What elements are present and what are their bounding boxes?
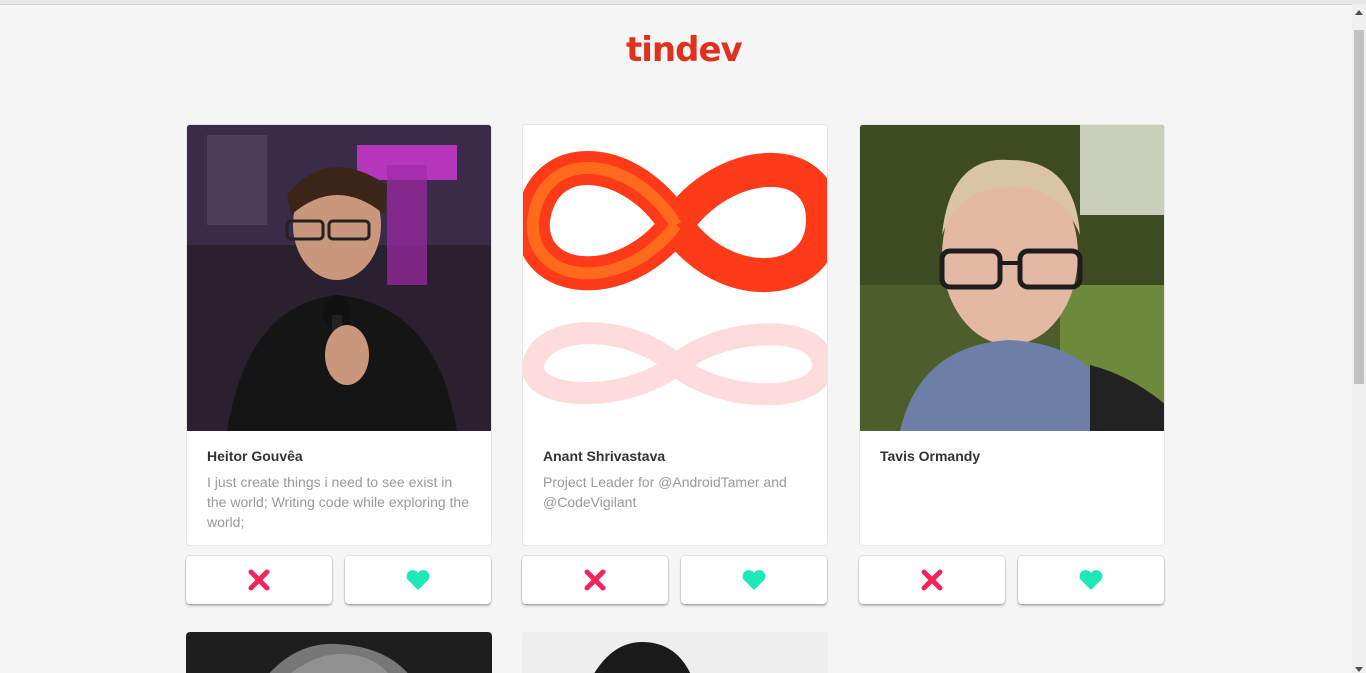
scroll-up-arrow-icon[interactable] [1355, 10, 1363, 15]
dev-card: Anant Shrivastava Project Leader for @An… [522, 124, 828, 546]
heart-icon [742, 570, 766, 590]
tindev-logo: tindev [626, 30, 743, 70]
scrollbar-thumb[interactable] [1354, 30, 1364, 384]
logo-text: tindev [626, 30, 743, 70]
dev-card: Heitor Gouvêa I just create things i nee… [186, 124, 492, 546]
dev-info: Heitor Gouvêa I just create things i nee… [187, 431, 491, 545]
window-top-border [0, 4, 1352, 5]
heart-icon [1079, 570, 1103, 590]
dev-name: Tavis Ormandy [880, 448, 981, 464]
dislike-button[interactable] [859, 556, 1005, 604]
dislike-button[interactable] [186, 556, 332, 604]
scroll-down-arrow-icon[interactable] [1355, 667, 1363, 672]
x-icon [584, 569, 606, 591]
dev-avatar [860, 125, 1164, 431]
like-button[interactable] [681, 556, 827, 604]
dev-avatar [187, 125, 491, 431]
dev-avatar [186, 632, 492, 673]
dev-card: Tavis Ormandy [859, 124, 1165, 546]
dev-avatar [523, 125, 827, 431]
scrollbar[interactable] [1352, 4, 1366, 673]
dev-avatar [522, 632, 828, 673]
dislike-button[interactable] [522, 556, 668, 604]
heart-icon [406, 570, 430, 590]
x-icon [921, 569, 943, 591]
dev-bio: I just create things i need to see exist… [207, 474, 469, 530]
dev-name: Heitor Gouvêa [207, 448, 303, 464]
x-icon [248, 569, 270, 591]
dev-bio: Project Leader for @AndroidTamer and @Co… [543, 474, 787, 510]
dev-info: Tavis Ormandy [860, 431, 1164, 489]
dev-name: Anant Shrivastava [543, 448, 666, 464]
dev-card-partial [186, 632, 492, 673]
like-button[interactable] [1018, 556, 1164, 604]
like-button[interactable] [345, 556, 491, 604]
dev-info: Anant Shrivastava Project Leader for @An… [523, 431, 827, 529]
dev-card-partial [522, 632, 828, 673]
